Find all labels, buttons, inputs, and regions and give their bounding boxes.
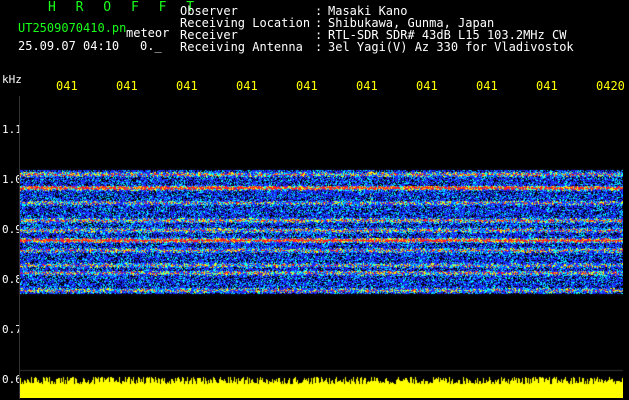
file-name: UT2509070410.pn [18, 21, 127, 35]
file-value: 0._ [140, 39, 162, 53]
app-title: H R O F F T [48, 0, 201, 15]
x-tick-label: 041 [356, 79, 378, 93]
x-tick-label: 041 [236, 79, 258, 93]
x-tick-label: 041 [56, 79, 78, 93]
file-type: meteor [126, 26, 170, 40]
x-tick-label: 041 [536, 79, 558, 93]
antenna-value: 3el Yagi(V) Az 330 for Vladivostok [328, 40, 574, 54]
x-tick-label: 041 [176, 79, 198, 93]
spectrogram-plot [20, 96, 623, 398]
antenna-label: Receiving Antenna [180, 40, 303, 54]
file-datetime: 25.09.07 04:10 [18, 39, 120, 53]
x-tick-label: 041 [476, 79, 498, 93]
y-axis-unit: kHz [2, 73, 22, 86]
x-tick-label: 0420 [596, 79, 625, 93]
x-tick-label: 041 [116, 79, 138, 93]
spectrogram-canvas [20, 96, 623, 398]
spectrogram-screen: H R O F F T UT2509070410.pn meteor 25.09… [0, 0, 629, 400]
x-tick-label: 041 [416, 79, 438, 93]
x-tick-label: 041 [296, 79, 318, 93]
antenna-colon: : [315, 40, 323, 54]
